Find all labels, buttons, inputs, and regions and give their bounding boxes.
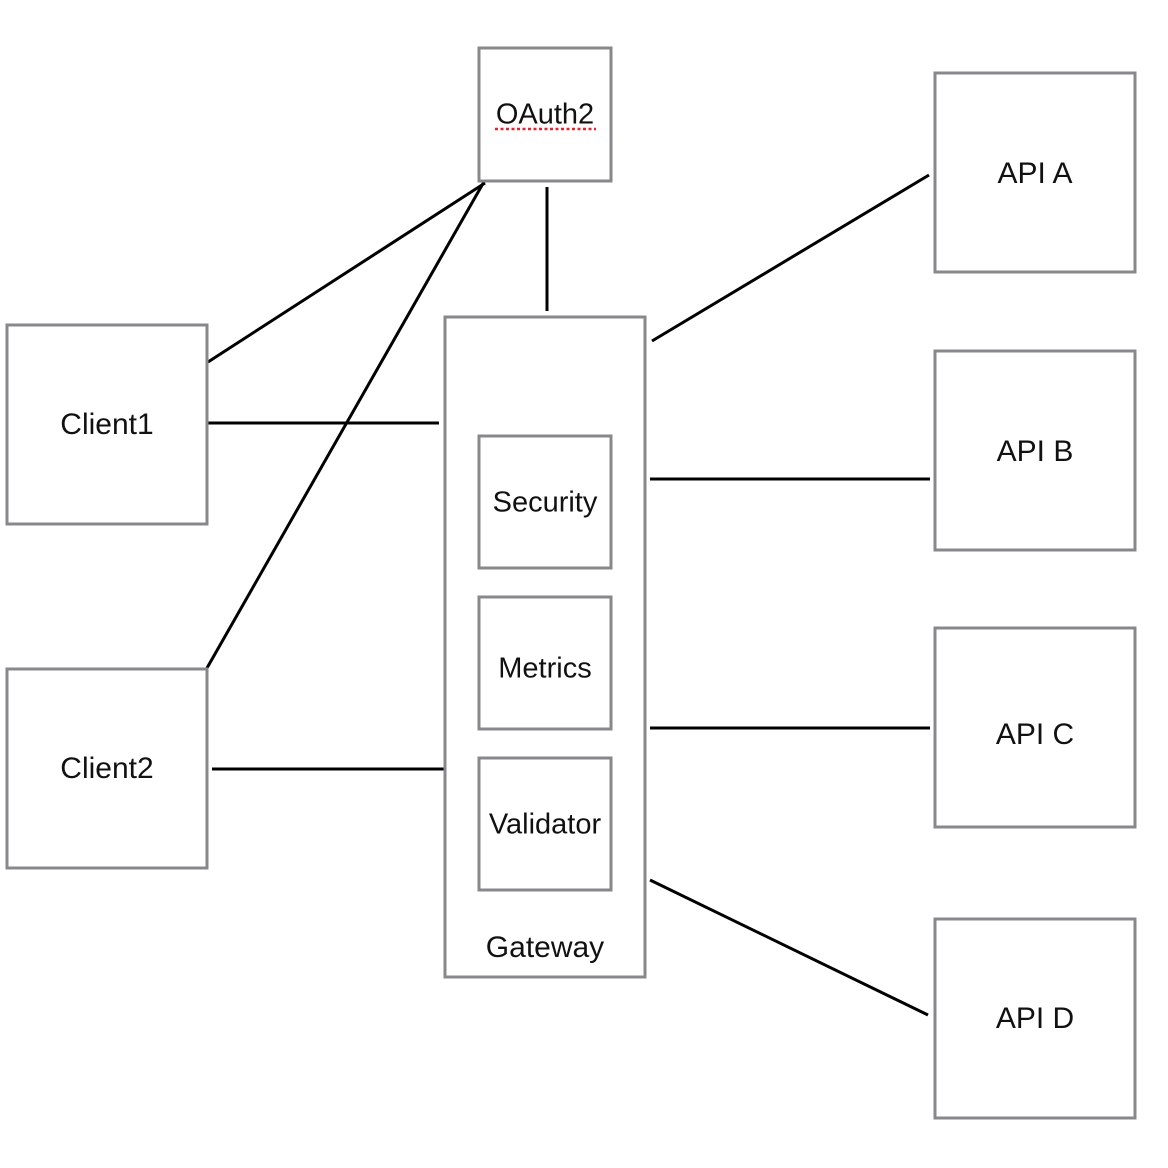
node-metrics[interactable]: Metrics (477, 595, 613, 731)
node-security[interactable]: Security (477, 434, 613, 570)
edge-gateway-api-a (651, 173, 930, 343)
node-metrics-label: Metrics (498, 653, 591, 685)
node-api-b[interactable]: API B (933, 349, 1137, 552)
architecture-diagram: OAuth2 Client1 Client2 Gateway Security … (5, 46, 1137, 1120)
node-api-d-label: API D (996, 1002, 1074, 1035)
node-client2[interactable]: Client2 (5, 667, 209, 870)
node-api-c[interactable]: API C (933, 626, 1137, 829)
node-security-label: Security (493, 487, 598, 519)
node-validator-label: Validator (489, 809, 602, 841)
edge-gateway-api-d (649, 878, 929, 1017)
node-oauth2-label: OAuth2 (496, 99, 594, 131)
node-client1[interactable]: Client1 (5, 323, 209, 526)
node-client1-label: Client1 (60, 408, 153, 441)
edge-client1-oauth2 (207, 181, 486, 364)
node-validator[interactable]: Validator (477, 756, 613, 892)
node-gateway-label: Gateway (486, 931, 604, 964)
node-api-b-label: API B (997, 435, 1074, 468)
node-client2-label: Client2 (60, 752, 153, 785)
node-api-a-label: API A (997, 157, 1072, 190)
node-api-c-label: API C (996, 718, 1074, 751)
node-api-d[interactable]: API D (933, 917, 1137, 1120)
node-api-a[interactable]: API A (933, 71, 1137, 274)
node-oauth2[interactable]: OAuth2 (477, 46, 613, 183)
